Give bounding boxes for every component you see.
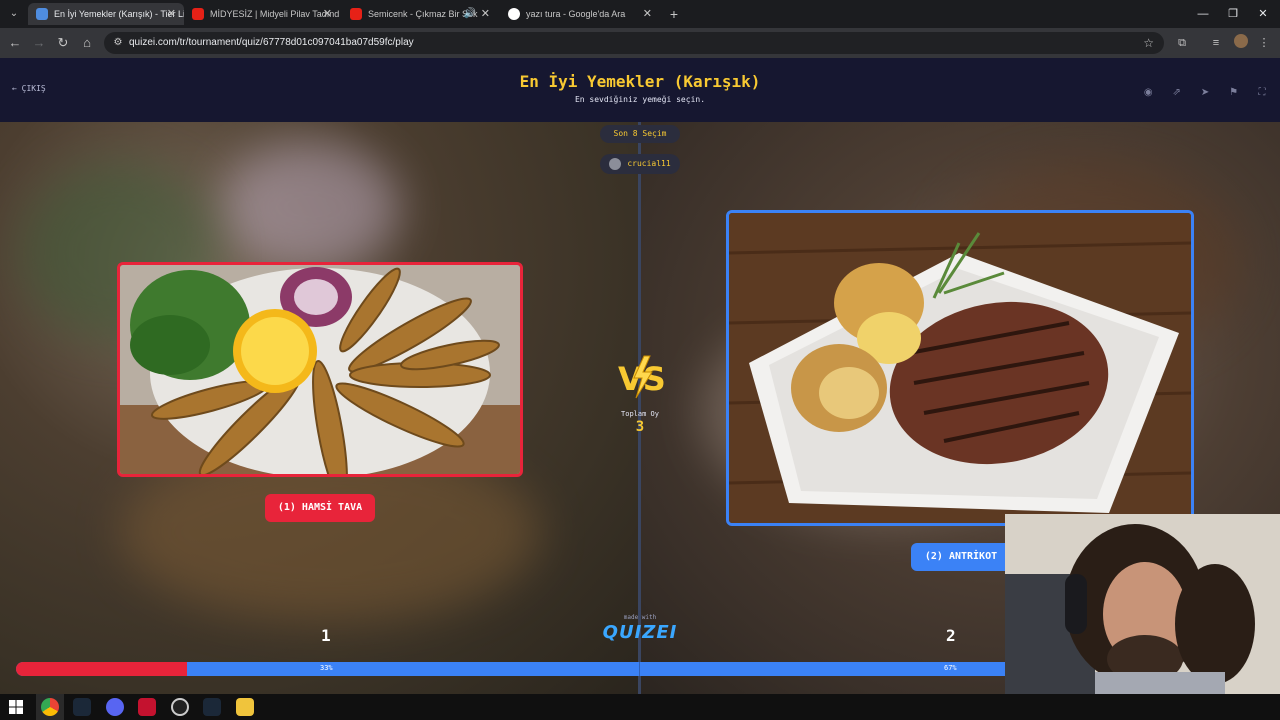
browser-window: ⌄ En İyi Yemekler (Karışık) - Tier Li ✕ … <box>0 0 1280 58</box>
obs-icon[interactable] <box>171 698 189 716</box>
extensions-icon[interactable]: ⧉ <box>1174 35 1190 51</box>
site-info-icon[interactable]: ⚙ <box>112 37 124 49</box>
choice-card-right[interactable] <box>726 210 1194 526</box>
steam-icon[interactable] <box>73 698 91 716</box>
close-icon[interactable]: ✕ <box>643 3 652 25</box>
right-score: 2 <box>946 626 956 645</box>
reload-icon[interactable]: ↻ <box>54 34 72 52</box>
close-icon[interactable]: ✕ <box>323 3 332 25</box>
quiz-header: ← ÇIKIŞ En İyi Yemekler (Karışık) En sev… <box>0 58 1280 122</box>
quizei-logo[interactable]: QUIZEI <box>600 622 680 643</box>
tab-youtube-2[interactable]: Semicenk - Çıkmaz Bir Sok 🔊 ✕ <box>342 3 498 25</box>
center-divider <box>638 122 641 694</box>
chrome-icon[interactable] <box>41 698 59 716</box>
file-explorer-icon[interactable] <box>236 698 254 716</box>
menu-icon[interactable]: ⋮ <box>1256 35 1272 51</box>
quiz-page: ← ÇIKIŞ En İyi Yemekler (Karışık) En sev… <box>0 58 1280 694</box>
new-tab-icon[interactable]: + <box>664 4 684 24</box>
close-window-icon[interactable]: ✕ <box>1248 3 1278 25</box>
close-icon[interactable]: ✕ <box>481 3 490 25</box>
hamsi-tava-image <box>120 265 520 474</box>
windows-start-icon[interactable] <box>9 700 23 714</box>
tab-strip: ⌄ En İyi Yemekler (Karışık) - Tier Li ✕ … <box>0 0 1280 28</box>
username: crucial11 <box>627 159 671 168</box>
choice-button-left[interactable]: (1) HAMSİ TAVA <box>265 494 375 522</box>
webcam-overlay <box>1005 514 1280 694</box>
home-icon[interactable]: ⌂ <box>78 34 96 52</box>
tab-youtube-1[interactable]: MİDYESİZ | Midyeli Pilav Tadınd ✕ <box>184 3 340 25</box>
left-progress-fill <box>16 662 188 676</box>
header-actions: ◉ ⇗ ➤ ⚑ ⛶ <box>1132 82 1270 98</box>
eye-icon[interactable]: ◉ <box>1140 85 1156 101</box>
user-badge[interactable]: crucial11 <box>600 154 680 174</box>
tab-title: MİDYESİZ | Midyeli Pilav Tadınd <box>210 9 340 19</box>
left-percent: 33% <box>320 664 333 672</box>
tab-title: En İyi Yemekler (Karışık) - Tier Li <box>54 9 184 19</box>
quizei-favicon-icon <box>36 8 48 20</box>
left-score: 1 <box>321 626 331 645</box>
fullscreen-icon[interactable]: ⛶ <box>1254 85 1270 101</box>
windows-taskbar <box>0 694 1280 720</box>
send-icon[interactable]: ➤ <box>1197 85 1213 101</box>
app-icon[interactable] <box>138 698 156 716</box>
tab-quiz[interactable]: En İyi Yemekler (Karışık) - Tier Li ✕ <box>28 3 184 25</box>
antrikot-image <box>729 213 1191 523</box>
steam-icon-2[interactable] <box>203 698 221 716</box>
browser-toolbar: ← → ↻ ⌂ ⚙ quizei.com/tr/tournament/quiz/… <box>0 28 1280 58</box>
user-avatar <box>609 157 622 170</box>
right-percent: 67% <box>944 664 957 672</box>
address-bar[interactable]: ⚙ quizei.com/tr/tournament/quiz/67778d01… <box>104 32 1164 54</box>
flag-icon[interactable]: ⚑ <box>1226 85 1242 101</box>
choice-button-right[interactable]: (2) ANTRİKOT <box>911 543 1011 571</box>
discord-icon[interactable] <box>106 698 124 716</box>
forward-icon[interactable]: → <box>30 34 48 52</box>
youtube-icon <box>192 8 204 20</box>
tab-title: Semicenk - Çıkmaz Bir Sok <box>368 9 478 19</box>
vs-icon: VS <box>618 355 666 399</box>
progress-center-mark <box>639 662 640 676</box>
total-votes-value: 3 <box>635 419 645 435</box>
url-text[interactable]: quizei.com/tr/tournament/quiz/67778d01c0… <box>129 32 414 54</box>
media-control-icon[interactable]: ≡ <box>1208 35 1224 51</box>
youtube-icon <box>350 8 362 20</box>
profile-avatar[interactable] <box>1234 34 1248 48</box>
tab-google-search[interactable]: yazı tura - Google'da Ara ✕ <box>500 3 660 25</box>
bookmark-star-icon[interactable]: ☆ <box>1143 32 1154 54</box>
streamer-webcam-image <box>1005 514 1280 694</box>
choice-card-left[interactable] <box>117 262 523 477</box>
total-votes-label: Toplam Oy <box>621 410 659 418</box>
google-icon <box>508 8 520 20</box>
made-with-label: made with <box>623 614 657 621</box>
share-icon[interactable]: ⇗ <box>1169 85 1185 101</box>
round-badge: Son 8 Seçim <box>600 125 680 143</box>
quiz-title: En İyi Yemekler (Karışık) <box>519 72 761 91</box>
tab-search-icon[interactable]: ⌄ <box>6 6 22 22</box>
tab-title: yazı tura - Google'da Ara <box>526 9 626 19</box>
blur-onion <box>220 142 400 272</box>
close-icon[interactable]: ✕ <box>167 3 176 25</box>
quiz-subtitle: En sevdiğiniz yemeği seçin. <box>574 95 706 104</box>
back-icon[interactable]: ← <box>6 34 24 52</box>
restore-icon[interactable]: ❐ <box>1218 3 1248 25</box>
speaker-icon[interactable]: 🔊 <box>464 3 476 25</box>
minimize-icon[interactable]: — <box>1188 3 1218 25</box>
